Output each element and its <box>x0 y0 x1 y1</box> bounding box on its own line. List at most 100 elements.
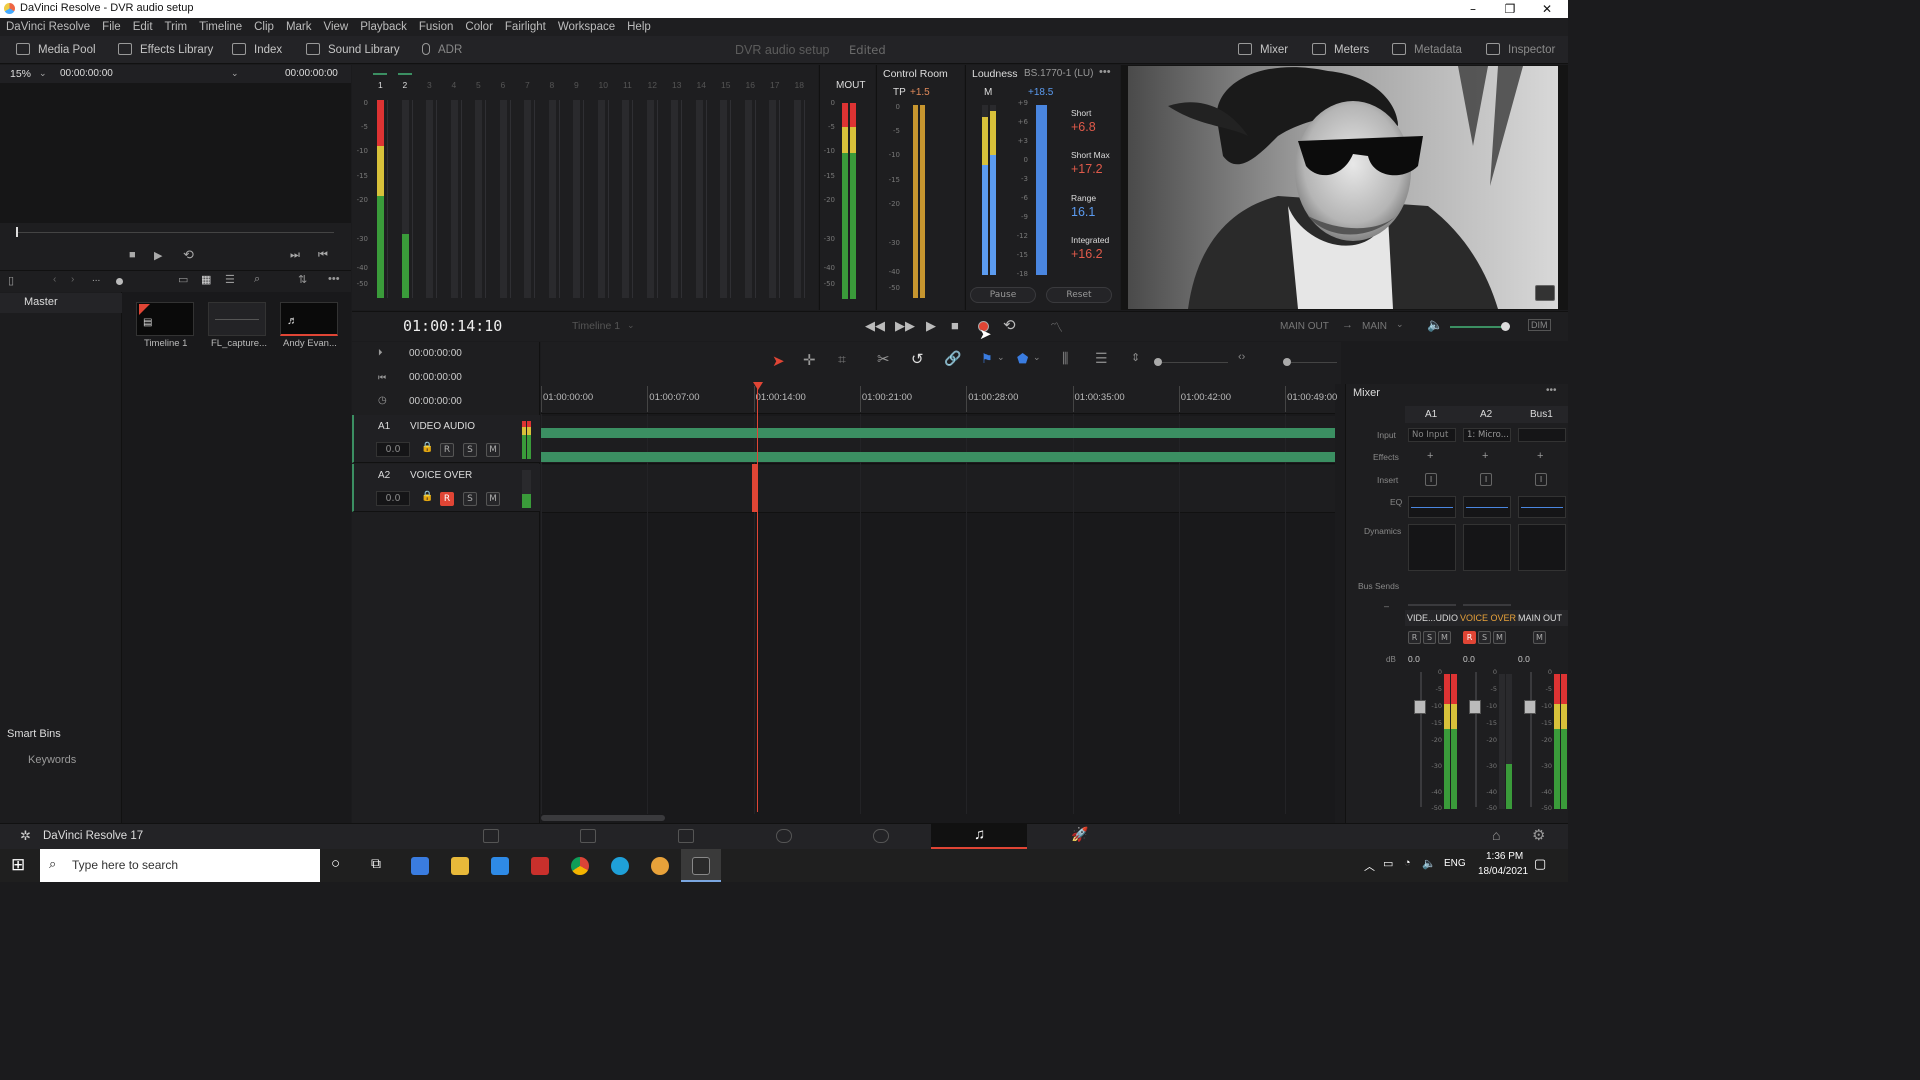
menu-timeline[interactable]: Timeline <box>193 18 248 36</box>
track-level[interactable]: 0.0 <box>376 442 410 457</box>
clip-thumbnail[interactable]: ♬ <box>280 302 338 336</box>
eq-a1-graph[interactable] <box>1408 496 1456 518</box>
list-view-icon[interactable]: ☰ <box>225 273 235 286</box>
metadata-view-icon[interactable]: ▭ <box>178 273 188 286</box>
strip-name-bus1[interactable]: MAIN OUT <box>1518 613 1562 623</box>
store-icon[interactable] <box>411 857 429 875</box>
cortana-icon[interactable]: ○ <box>331 855 340 872</box>
page-tab-cut[interactable] <box>540 823 636 849</box>
dim-button[interactable]: DIM <box>1528 319 1551 331</box>
a2-solo-button[interactable]: S <box>1478 631 1491 644</box>
insert-a1-button[interactable]: I <box>1425 473 1437 486</box>
selection-tool-icon[interactable]: ➤ <box>772 352 785 370</box>
loop-icon[interactable]: ⟲ <box>1003 316 1016 334</box>
lock-icon[interactable]: 🔒 <box>421 491 433 502</box>
input-select-a2[interactable]: 1: Micro... <box>1463 428 1511 442</box>
insert-a2-button[interactable]: I <box>1480 473 1492 486</box>
eq-a2-graph[interactable] <box>1463 496 1511 518</box>
timeline-ruler[interactable]: 01:00:00:00 01:00:07:00 01:00:14:00 01:00:2… <box>541 384 1337 414</box>
task-view-icon[interactable]: ⧉ <box>371 855 381 872</box>
link-icon[interactable]: 🔗 <box>944 350 961 367</box>
prev-frame-icon[interactable]: ⏮ <box>318 249 328 262</box>
a1-mute-button[interactable]: M <box>1438 631 1451 644</box>
timeline-selector[interactable]: Timeline 1 <box>572 320 620 332</box>
horizontal-zoom-icon[interactable]: ‹› <box>1238 351 1245 363</box>
insert-bus1-button[interactable]: I <box>1535 473 1547 486</box>
vertical-zoom-icon[interactable]: ⇕ <box>1131 351 1140 364</box>
media-pool-button[interactable]: Media Pool <box>16 36 96 64</box>
search-icon[interactable]: ⌕ <box>254 273 260 286</box>
input-select-bus1[interactable] <box>1518 428 1566 442</box>
page-tab-media[interactable] <box>443 823 539 849</box>
page-tab-color[interactable] <box>833 823 929 849</box>
monitor-volume-slider[interactable] <box>1450 326 1506 328</box>
marker-dropdown-icon[interactable]: ⌄ <box>1033 352 1041 363</box>
taskbar-search-box[interactable]: ⌕ Type here to search <box>40 849 320 882</box>
lock-icon[interactable]: 🔒 <box>421 442 433 453</box>
horizontal-zoom-slider[interactable] <box>1283 358 1291 366</box>
strip-name-a2[interactable]: VOICE OVER <box>1460 613 1516 623</box>
page-tab-fusion[interactable] <box>736 823 832 849</box>
snapping-icon[interactable]: ↺ <box>911 350 924 368</box>
track-header-a1[interactable]: A1 VIDEO AUDIO 0.0 🔒 R S M <box>352 415 540 463</box>
app-icon[interactable] <box>651 857 669 875</box>
mute-button[interactable]: M <box>486 443 500 457</box>
play-icon[interactable]: ▶ <box>926 318 936 334</box>
clock-time[interactable]: 1:36 PM <box>1486 851 1523 862</box>
master-bin[interactable]: Master <box>24 296 58 308</box>
thumbnail-view-icon[interactable]: ▦ <box>201 273 211 286</box>
solo-button[interactable]: S <box>463 492 477 506</box>
page-tab-edit[interactable] <box>638 823 734 849</box>
a2-record-button[interactable]: R <box>1463 631 1476 644</box>
vertical-zoom-slider[interactable] <box>1154 358 1162 366</box>
monitor-bus-select[interactable]: MAIN <box>1362 321 1387 332</box>
clip-dropdown-icon[interactable]: ⌄ <box>231 68 239 79</box>
timeline[interactable]: 01:00:00:00 01:00:07:00 01:00:14:00 01:00:2… <box>541 382 1337 823</box>
next-frame-icon[interactable]: ⏭ <box>290 249 300 262</box>
gear-icon[interactable]: ⚙ <box>1532 826 1545 844</box>
tray-device-icon[interactable]: ▭ <box>1383 857 1393 870</box>
viewer-scrubber[interactable] <box>16 232 334 233</box>
add-effect-a2-button[interactable]: + <box>1482 450 1488 462</box>
timeline-scrollbar[interactable] <box>541 815 665 821</box>
track-level[interactable]: 0.0 <box>376 491 410 506</box>
davinci-taskbar-button[interactable] <box>681 849 721 882</box>
forward-arrow-icon[interactable]: › <box>71 274 74 285</box>
timeline-dropdown-icon[interactable]: ⌄ <box>627 320 635 331</box>
keywords-bin[interactable]: Keywords <box>28 754 76 766</box>
record-arm-button[interactable]: R <box>440 443 454 457</box>
dynamics-a1-graph[interactable] <box>1408 524 1456 571</box>
menu-trim[interactable]: Trim <box>159 18 194 36</box>
pause-button[interactable]: Pause <box>970 287 1036 303</box>
menu-mark[interactable]: Mark <box>280 18 318 36</box>
filezilla-icon[interactable] <box>531 857 549 875</box>
playhead[interactable] <box>757 384 758 812</box>
playhead-handle[interactable] <box>753 382 763 390</box>
volume-icon[interactable]: 🔈 <box>1422 857 1436 870</box>
a1-record-button[interactable]: R <box>1408 631 1421 644</box>
chrome-icon[interactable] <box>571 857 589 875</box>
loudness-options-icon[interactable]: ••• <box>1099 66 1111 78</box>
loop-icon[interactable]: ⟲ <box>183 247 194 263</box>
thumbnail-size-slider[interactable] <box>116 278 123 285</box>
sort-icon[interactable]: ⇅ <box>298 273 307 286</box>
dynamics-bus1-graph[interactable] <box>1518 524 1566 571</box>
sidebar-toggle-icon[interactable]: ▯ <box>8 274 14 287</box>
audio-clip-a1-right[interactable] <box>541 452 1335 462</box>
track-header-a2[interactable]: A2 VOICE OVER 0.0 🔒 R S M <box>352 464 540 512</box>
speaker-icon[interactable]: 🔈 <box>1427 317 1443 333</box>
tray-chevron-icon[interactable]: ︿ <box>1364 858 1375 874</box>
solo-button[interactable]: S <box>463 443 477 457</box>
record-arm-button[interactable]: R <box>440 492 454 506</box>
track-height-icon[interactable]: ☰ <box>1095 350 1108 367</box>
track-name[interactable]: VOICE OVER <box>410 470 472 481</box>
menu-edit[interactable]: Edit <box>127 18 159 36</box>
input-language[interactable]: ENG <box>1444 858 1466 869</box>
volume-slider-handle[interactable] <box>1501 322 1510 331</box>
page-tab-deliver[interactable]: 🚀 <box>1029 823 1125 849</box>
index-button[interactable]: Index <box>232 36 282 64</box>
stop-icon[interactable]: ■ <box>129 249 136 261</box>
monitor-dropdown-icon[interactable]: ⌄ <box>1396 319 1404 330</box>
more-options-icon[interactable]: ••• <box>328 273 340 285</box>
reset-button[interactable]: Reset <box>1046 287 1112 303</box>
